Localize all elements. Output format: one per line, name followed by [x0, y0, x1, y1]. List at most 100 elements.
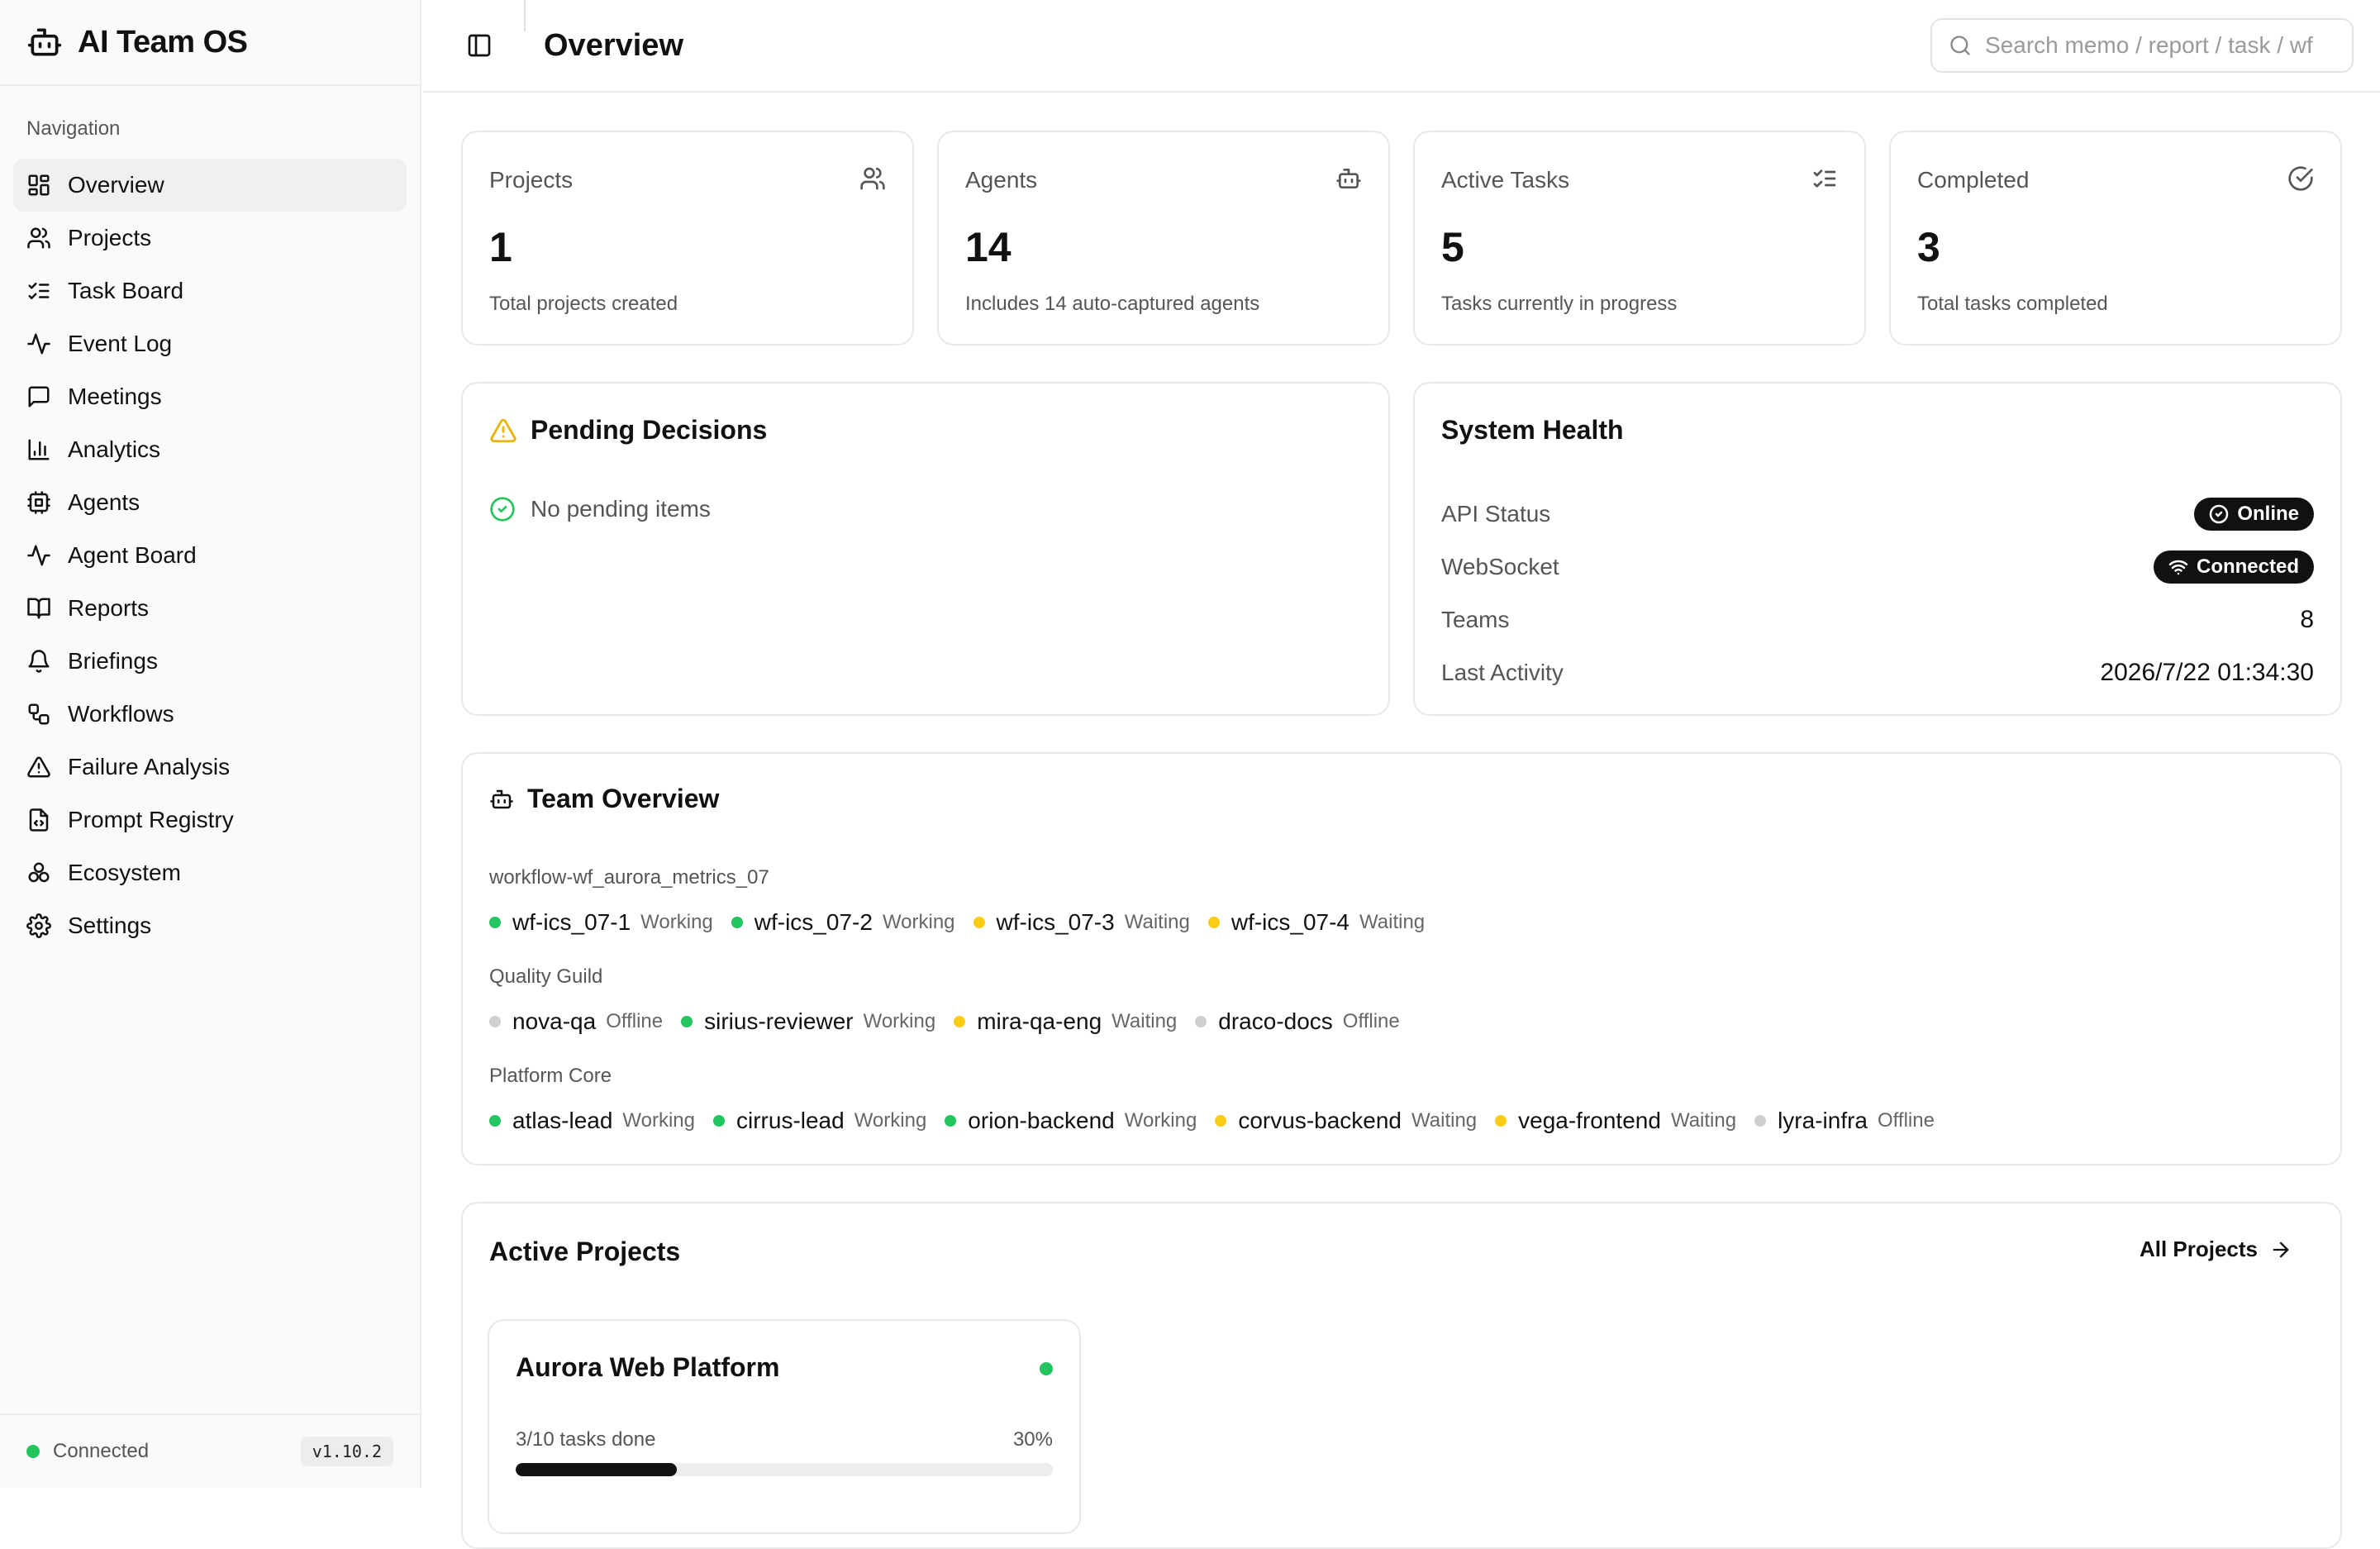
sidebar-item-task-board[interactable]: Task Board — [13, 265, 407, 317]
agent-chip[interactable]: wf-ics_07-4 Waiting — [1207, 909, 1425, 936]
stat-card-active-tasks: Active Tasks 5 Tasks currently in progre… — [1413, 131, 1866, 346]
list-checks-icon — [1813, 169, 1836, 188]
agent-chip[interactable]: lyra-infra Offline — [1754, 1108, 1935, 1134]
status-dot — [489, 917, 501, 928]
stat-value: 5 — [1441, 224, 1464, 270]
stat-value: 14 — [965, 224, 1011, 270]
cpu-icon — [27, 491, 50, 514]
alert-triangle-icon — [490, 418, 516, 442]
stat-value: 3 — [1917, 224, 1940, 270]
list-checks-icon — [28, 283, 50, 299]
stat-label: Projects — [489, 167, 574, 193]
agent-status: Working — [854, 1109, 927, 1132]
sidebar-item-label: Briefings — [68, 648, 158, 674]
sidebar-item-analytics[interactable]: Analytics — [13, 423, 407, 476]
agent-chip[interactable]: atlas-lead Working — [489, 1108, 695, 1134]
agent-chip[interactable]: orion-backend Working — [945, 1108, 1197, 1134]
sidebar-item-settings[interactable]: Settings — [13, 899, 407, 952]
card-title: Active Projects — [489, 1237, 680, 1267]
users-icon — [860, 167, 885, 190]
status-dot — [1207, 917, 1220, 928]
agent-name: cirrus-lead — [736, 1108, 845, 1133]
sidebar-item-failure-analysis[interactable]: Failure Analysis — [13, 741, 407, 794]
agent-chip[interactable]: nova-qa Offline — [489, 1008, 663, 1035]
sidebar-item-agents[interactable]: Agents — [13, 476, 407, 529]
arrow-right-icon — [2273, 1242, 2289, 1257]
agent-chip[interactable]: wf-ics_07-2 Working — [731, 909, 955, 936]
book-icon — [27, 598, 50, 619]
health-title: System Health — [1441, 415, 1624, 445]
agent-status: Offline — [1342, 1010, 1400, 1032]
team-agent-row: nova-qa Offline sirius-reviewer Working mi… — [489, 1005, 1418, 1038]
card-title: Team Overview — [489, 784, 719, 814]
sidebar-item-label: Failure Analysis — [68, 754, 231, 779]
status-dot — [945, 1115, 957, 1127]
pending-empty-state: No pending items — [489, 496, 711, 522]
status-dot — [954, 1016, 966, 1027]
check-circle-icon — [2210, 504, 2229, 524]
sidebar: AI Team OS Navigation Overview Projects … — [0, 0, 421, 1488]
sidebar-item-event-log[interactable]: Event Log — [13, 317, 407, 370]
agent-name: atlas-lead — [512, 1108, 613, 1133]
app-root: AI Team OS Navigation Overview Projects … — [0, 0, 2380, 1549]
sidebar-item-ecosystem[interactable]: Ecosystem — [13, 846, 407, 899]
agent-chip[interactable]: wf-ics_07-3 Waiting — [973, 909, 1190, 936]
sidebar-item-projects[interactable]: Projects — [13, 212, 407, 265]
activity-icon — [27, 333, 50, 355]
agent-status: Waiting — [1411, 1109, 1478, 1132]
version-badge: v1.10.2 — [300, 1437, 393, 1466]
sidebar-toggle-button[interactable] — [456, 22, 502, 69]
agent-chip[interactable]: cirrus-lead Working — [713, 1108, 926, 1134]
team-overview-title: Team Overview — [527, 784, 720, 813]
agent-chip[interactable]: corvus-backend Waiting — [1215, 1108, 1477, 1134]
sidebar-item-reports[interactable]: Reports — [13, 582, 407, 635]
panel-left-icon — [468, 34, 491, 57]
gear-icon — [26, 913, 51, 938]
boxes-icon — [28, 862, 50, 883]
status-dot — [1754, 1115, 1767, 1127]
stat-description: Total projects created — [489, 293, 678, 315]
agent-chip[interactable]: mira-qa-eng Waiting — [954, 1008, 1177, 1035]
all-projects-link[interactable]: All Projects — [2140, 1237, 2292, 1262]
search-input[interactable] — [1983, 31, 2342, 60]
status-dot — [1495, 1115, 1507, 1127]
health-label: Last Activity — [1441, 660, 1564, 685]
health-value: 2026/7/22 01:34:30 — [2100, 659, 2314, 686]
card-title: Pending Decisions — [489, 415, 767, 446]
sidebar-item-label: Agents — [68, 489, 140, 515]
project-card[interactable]: Aurora Web Platform 3/10 tasks done 30% — [488, 1319, 1081, 1534]
agent-name: mira-qa-eng — [977, 1008, 1102, 1034]
nav-heading: Navigation — [26, 117, 121, 140]
bar-chart-icon — [28, 439, 50, 460]
brand[interactable]: AI Team OS — [0, 0, 420, 86]
health-row-api: API Status Online — [1441, 488, 2314, 541]
agent-name: draco-docs — [1218, 1008, 1333, 1034]
sidebar-item-meetings[interactable]: Meetings — [13, 370, 407, 423]
pending-empty-text: No pending items — [531, 496, 711, 522]
sidebar-item-label: Event Log — [68, 331, 173, 356]
message-square-icon — [28, 386, 50, 408]
sidebar-item-workflows[interactable]: Workflows — [13, 688, 407, 741]
search-box[interactable] — [1930, 18, 2354, 73]
agent-chip[interactable]: vega-frontend Waiting — [1495, 1108, 1736, 1134]
workflow-icon — [28, 703, 50, 725]
top-bar: Overview — [423, 0, 2380, 93]
agent-name: vega-frontend — [1518, 1108, 1661, 1133]
agent-chip[interactable]: draco-docs Offline — [1195, 1008, 1400, 1035]
sidebar-item-prompt-registry[interactable]: Prompt Registry — [13, 794, 407, 846]
bot-icon — [27, 28, 62, 56]
agent-chip[interactable]: wf-ics_07-1 Working — [489, 909, 713, 936]
sidebar-item-agent-board[interactable]: Agent Board — [13, 529, 407, 582]
sidebar-item-label: Overview — [68, 172, 164, 198]
bell-icon — [28, 650, 50, 673]
project-status-dot — [1040, 1362, 1053, 1375]
sidebar-item-overview[interactable]: Overview — [13, 159, 407, 212]
card-title: System Health — [1441, 415, 1624, 446]
sidebar-item-briefings[interactable]: Briefings — [13, 635, 407, 688]
agent-chip[interactable]: sirius-reviewer Working — [681, 1008, 935, 1035]
status-dot — [489, 1115, 501, 1127]
status-dot — [731, 917, 743, 928]
team-overview-card: Team Overview workflow-wf_aurora_metrics… — [461, 752, 2342, 1165]
system-health-card: System Health API Status Online WebSocke… — [1413, 382, 2342, 716]
stat-description: Includes 14 auto-captured agents — [965, 293, 1260, 315]
